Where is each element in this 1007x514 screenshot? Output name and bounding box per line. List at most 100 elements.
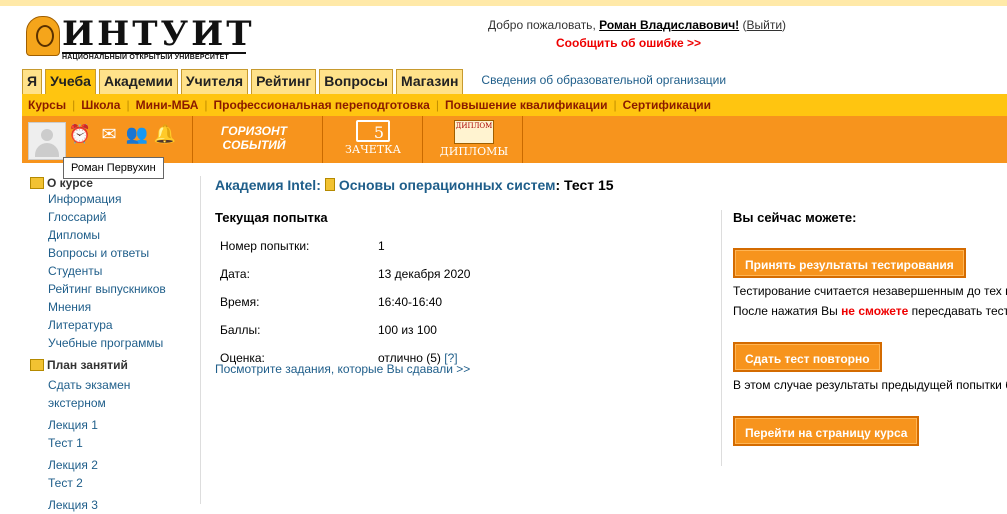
toolbar-divider <box>192 116 193 163</box>
logo-name: ИНТУИТ <box>62 14 255 54</box>
plan-item-line2: экстерном <box>48 396 106 410</box>
diplomas-label: ДИПЛОМЫ <box>439 145 509 158</box>
exit-close: ) <box>782 18 787 32</box>
events-horizon-button[interactable]: ГОРИЗОНТ СОБЫТИЙ <box>209 124 299 158</box>
lecture-2-item[interactable]: Лекция 2 Тест 2 <box>48 456 200 492</box>
breadcrumb-test: Тест 15 <box>564 177 614 193</box>
table-row: Время: 16:40-16:40 <box>219 288 471 316</box>
plan-items: Сдать экзамен экстерном Лекция 1 Тест 1 Ле… <box>30 376 200 514</box>
logout-link[interactable]: Выйти <box>747 18 783 32</box>
external-exam-link[interactable]: Сдать экзамен экстерном <box>48 376 200 412</box>
user-name-link[interactable]: Роман Владиславович! <box>599 18 739 32</box>
folder-icon <box>30 359 44 371</box>
warning-suffix: пересдавать тест <box>911 304 1007 318</box>
sidebar: О курсе Информация Глоссарий Дипломы Воп… <box>30 176 200 514</box>
tab-study[interactable]: Учеба <box>45 69 96 94</box>
subnav-certification[interactable]: Сертификации <box>617 98 717 112</box>
main-tabs: Я Учеба Академии Учителя Рейтинг Вопросы… <box>22 69 726 94</box>
plan-item-line1: Лекция 2 <box>48 458 98 472</box>
bell-icon[interactable]: 🔔 <box>153 122 177 146</box>
logo-subtitle: НАЦИОНАЛЬНЫЙ ОТКРЫТЫЙ УНИВЕРСИТЕТ <box>62 54 229 61</box>
orange-toolbar: ⏰ ✉ 👥 🔔 ГОРИЗОНТ СОБЫТИЙ 5 ЗАЧЕТКА ДИПЛО… <box>22 116 1007 163</box>
alarm-clock-icon[interactable]: ⏰ <box>68 122 92 146</box>
sidebar-item-literature[interactable]: Литература <box>48 316 200 334</box>
avatar[interactable] <box>28 122 66 160</box>
org-info-link[interactable]: Сведения об образовательной организации <box>481 69 726 94</box>
plan-item-line2: Тест 2 <box>48 476 83 490</box>
breadcrumb-course[interactable]: Основы операционных систем <box>339 177 556 193</box>
lesson-plan-label: План занятий <box>47 358 128 372</box>
course-icon <box>324 178 335 191</box>
table-row: Дата: 13 декабря 2020 <box>219 260 471 288</box>
toolbar-divider <box>422 116 423 163</box>
tab-teachers[interactable]: Учителя <box>180 69 249 94</box>
diplomas-button[interactable]: ДИПЛОМ ДИПЛОМЫ <box>434 120 514 160</box>
column-divider <box>721 210 722 466</box>
subnav-qualification[interactable]: Повышение квалификации <box>439 98 613 112</box>
folder-icon <box>30 177 44 189</box>
subnav-courses[interactable]: Курсы <box>22 98 72 112</box>
tab-me[interactable]: Я <box>22 69 43 94</box>
welcome-prefix: Добро пожаловать, <box>488 18 596 32</box>
subnav-mini-mba[interactable]: Мини-МБА <box>130 98 205 112</box>
retake-note: В этом случае результаты предыдущей попы… <box>733 378 1007 392</box>
breadcrumb-colon: : <box>555 177 561 193</box>
sidebar-item-qa[interactable]: Вопросы и ответы <box>48 244 200 262</box>
current-attempt-title: Текущая попытка <box>215 210 328 225</box>
subnav-school[interactable]: Школа <box>75 98 126 112</box>
date-label: Дата: <box>220 267 250 281</box>
lecture-1-item[interactable]: Лекция 1 Тест 1 <box>48 416 200 452</box>
sidebar-item-diplomas[interactable]: Дипломы <box>48 226 200 244</box>
sidebar-item-students[interactable]: Студенты <box>48 262 200 280</box>
horizon-line1: ГОРИЗОНТ <box>221 124 287 138</box>
toolbar-divider <box>322 116 323 163</box>
unfinished-note: Тестирование считается незавершенным до … <box>733 284 1007 298</box>
plan-item-line1: Лекция 1 <box>48 418 98 432</box>
retake-warning: После нажатия Вы не сможете пересдавать … <box>733 304 1007 318</box>
tab-shop[interactable]: Магазин <box>395 69 464 94</box>
sidebar-divider <box>200 176 201 504</box>
accept-results-button[interactable]: Принять результаты тестирования <box>733 248 966 278</box>
emblem-icon <box>26 16 60 56</box>
diploma-icon: ДИПЛОМ <box>454 120 494 144</box>
sidebar-item-opinions[interactable]: Мнения <box>48 298 200 316</box>
plan-item-line1: Лекция 3 <box>48 498 98 512</box>
attempt-table: Номер попытки: 1 Дата: 13 декабря 2020 Вре… <box>219 232 471 372</box>
breadcrumb-academy[interactable]: Академия Intel: <box>215 177 321 193</box>
record-book-button[interactable]: 5 ЗАЧЕТКА <box>343 120 403 160</box>
go-to-course-button[interactable]: Перейти на страницу курса <box>733 416 920 446</box>
date-value: 13 декабря 2020 <box>378 267 471 281</box>
subnav-retraining[interactable]: Профессиональная переподготовка <box>208 98 436 112</box>
attempt-number-value: 1 <box>378 239 385 253</box>
about-course-heading[interactable]: О курсе <box>30 176 200 190</box>
score-value: 100 из 100 <box>378 323 437 337</box>
breadcrumb: Академия Intel: Основы операционных систе… <box>215 177 614 193</box>
welcome-line: Добро пожаловать, Роман Владиславович! (… <box>488 18 786 32</box>
about-links: Информация Глоссарий Дипломы Вопросы и о… <box>30 190 200 352</box>
top-strip <box>0 0 1007 6</box>
sidebar-item-programs[interactable]: Учебные программы <box>48 334 200 352</box>
people-icon[interactable]: 👥 <box>125 122 149 146</box>
tab-rating[interactable]: Рейтинг <box>251 69 317 94</box>
sidebar-item-glossary[interactable]: Глоссарий <box>48 208 200 226</box>
actions-title: Вы сейчас можете: <box>733 210 857 225</box>
mail-icon[interactable]: ✉ <box>97 122 121 146</box>
intuit-logo[interactable]: ИНТУИТ НАЦИОНАЛЬНЫЙ ОТКРЫТЫЙ УНИВЕРСИТЕТ <box>26 14 252 66</box>
toolbar-divider <box>522 116 523 163</box>
table-row: Номер попытки: 1 <box>219 232 471 260</box>
retake-test-button[interactable]: Сдать тест повторно <box>733 342 882 372</box>
lecture-3-item[interactable]: Лекция 3 <box>48 496 200 514</box>
sidebar-item-info[interactable]: Информация <box>48 190 200 208</box>
sidebar-item-graduates-rating[interactable]: Рейтинг выпускников <box>48 280 200 298</box>
tab-questions[interactable]: Вопросы <box>319 69 393 94</box>
review-tasks-link[interactable]: Посмотрите задания, которые Вы сдавали >… <box>215 362 470 376</box>
tab-academies[interactable]: Академии <box>98 69 178 94</box>
time-value: 16:40-16:40 <box>378 295 443 309</box>
sub-nav: Курсы | Школа | Мини-МБА | Профессиональная… <box>22 94 1007 116</box>
lesson-plan-heading[interactable]: План занятий <box>30 358 200 372</box>
plan-item-line2: Тест 1 <box>48 436 83 450</box>
record-book-icon: 5 <box>356 120 390 142</box>
report-error-link[interactable]: Сообщить об ошибке >> <box>556 36 701 50</box>
horizon-line2: СОБЫТИЙ <box>222 138 286 152</box>
attempt-number-label: Номер попытки: <box>220 239 310 253</box>
